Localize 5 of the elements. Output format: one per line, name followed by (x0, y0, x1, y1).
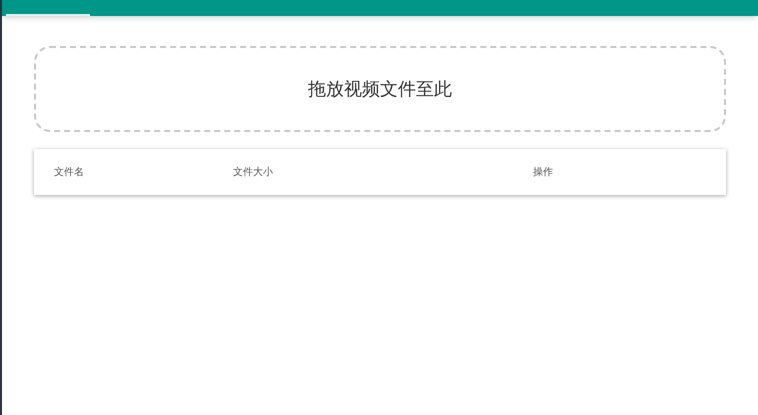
column-header: 操作 (533, 166, 554, 180)
column-header: 文件大小 (233, 166, 274, 180)
column-header: 文件名 (54, 166, 85, 180)
drop-zone[interactable]: 拖放视频文件至此 (34, 46, 726, 132)
drop-zone-label: 拖放视频文件至此 (308, 78, 452, 102)
